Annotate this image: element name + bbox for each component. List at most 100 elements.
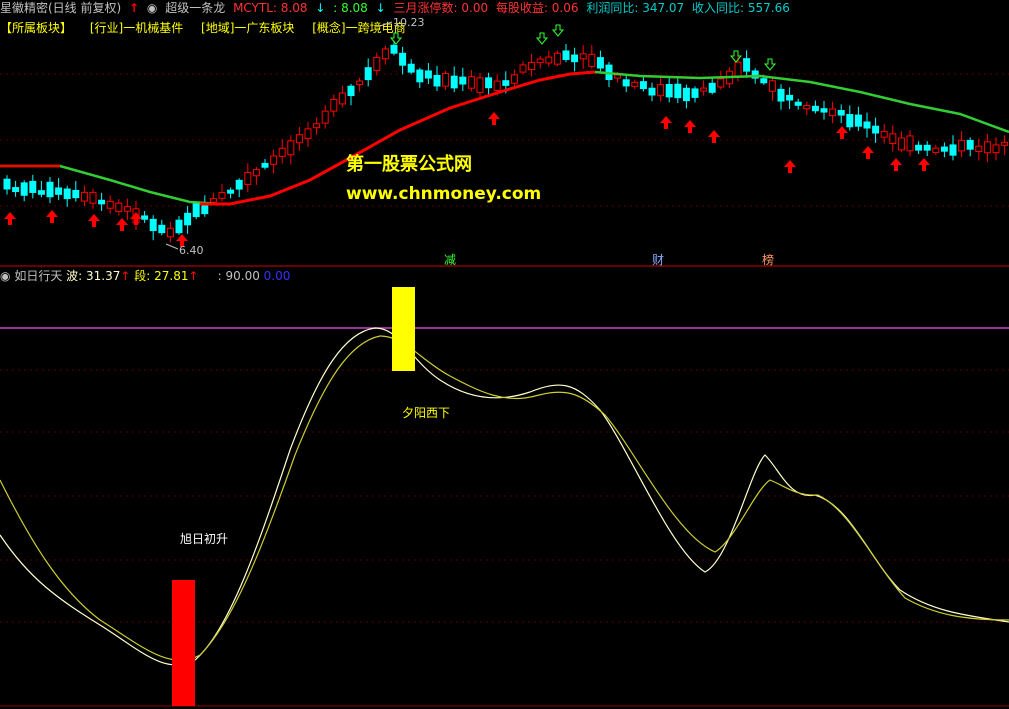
chart-canvas[interactable] <box>0 0 1009 709</box>
candle-body <box>648 87 656 96</box>
candle-body <box>321 110 329 124</box>
rise-signal-bar[interactable] <box>172 580 195 706</box>
collapse-icon[interactable]: ◉ <box>0 269 10 283</box>
candle-body <box>665 84 673 98</box>
candle-body <box>123 206 131 212</box>
candle-body <box>674 83 682 99</box>
candle-body <box>442 73 450 87</box>
candle-body <box>837 109 845 116</box>
marker-bang[interactable]: 榜 <box>762 251 774 268</box>
zero-value: 0.00 <box>263 269 291 283</box>
candle-body <box>12 187 20 193</box>
bo-value: 波: 31.37 <box>66 269 121 283</box>
set-signal-bar[interactable] <box>392 287 415 371</box>
candle-body <box>399 52 407 66</box>
candle-body <box>820 108 828 113</box>
buy-arrow-icon <box>488 112 500 125</box>
duan-value: 段: 27.81 <box>134 269 189 283</box>
buy-arrow-icon <box>46 210 58 223</box>
indicator-title[interactable]: 如日行天 <box>14 269 62 283</box>
buy-arrow-icon <box>116 218 128 231</box>
candle-body <box>958 139 966 152</box>
candle-body <box>983 141 991 154</box>
candle-body <box>889 133 897 145</box>
marker-cai[interactable]: 财 <box>652 251 664 268</box>
candle-body <box>29 180 37 193</box>
candle-body <box>347 85 355 97</box>
candle-body <box>407 63 415 73</box>
low-price-label: 6.40 <box>179 244 204 257</box>
candle-body <box>304 128 312 139</box>
candle-body <box>915 144 923 151</box>
candle-body <box>149 218 157 232</box>
buy-arrow-icon <box>130 212 142 225</box>
up-arrow-icon: ↑ <box>120 269 131 283</box>
candle-body <box>743 58 751 72</box>
candle-body <box>811 105 819 112</box>
candle-body <box>72 189 80 199</box>
candle-body <box>768 80 776 92</box>
candle-body <box>209 198 217 203</box>
candle-body <box>502 80 510 86</box>
candle-body <box>657 84 665 97</box>
candle-body <box>89 191 97 204</box>
buy-arrow-icon <box>708 130 720 143</box>
candle-body <box>158 224 166 234</box>
candle-body <box>356 80 364 85</box>
sell-arrow-icon <box>763 58 777 71</box>
watermark-title: 第一股票公式网 <box>346 154 472 175</box>
rise-annotation: 旭日初升 <box>180 532 229 546</box>
candlestick-series[interactable] <box>3 40 1009 243</box>
candle-body <box>493 80 501 91</box>
candle-body <box>184 212 192 226</box>
candle-body <box>682 87 690 102</box>
duan-line <box>0 335 1009 661</box>
signal-arrows <box>4 24 930 247</box>
candle-body <box>330 98 338 112</box>
buy-arrow-icon <box>862 146 874 159</box>
buy-arrow-icon <box>684 120 696 133</box>
sell-arrow-icon <box>535 32 549 45</box>
candle-body <box>691 88 699 98</box>
candle-body <box>476 77 484 93</box>
candle-body <box>906 135 914 152</box>
candle-body <box>313 123 321 129</box>
candle-body <box>528 61 536 71</box>
set-annotation: 夕阳西下 <box>402 406 451 420</box>
candle-body <box>373 56 381 71</box>
candle-body <box>794 101 802 106</box>
candle-body <box>700 87 708 92</box>
sell-arrow-icon <box>729 50 743 63</box>
candle-body <box>115 202 123 213</box>
candle-body <box>287 140 295 156</box>
candle-body <box>485 77 493 89</box>
candle-body <box>545 56 553 64</box>
buy-arrow-icon <box>88 214 100 227</box>
marker-jian[interactable]: 减 <box>444 251 456 268</box>
candle-body <box>786 94 794 101</box>
candle-body <box>992 144 1000 154</box>
candle-body <box>227 189 235 194</box>
candle-body <box>141 215 149 220</box>
high-pointer <box>379 21 393 27</box>
candle-body <box>381 48 389 60</box>
candle-body <box>940 146 948 152</box>
candle-body <box>261 162 269 168</box>
candle-body <box>734 61 742 77</box>
candle-body <box>424 70 432 79</box>
candle-body <box>244 172 252 185</box>
candle-body <box>80 191 88 202</box>
candle-body <box>175 219 183 234</box>
candle-body <box>46 181 54 198</box>
candle-body <box>872 125 880 134</box>
sell-arrow-icon <box>551 24 565 37</box>
candle-body <box>252 169 260 177</box>
candle-body <box>3 178 11 190</box>
candle-body <box>390 44 398 54</box>
candle-body <box>1001 141 1009 146</box>
candle-body <box>777 88 785 102</box>
indicator-header: ◉ 如日行天 波: 31.37↑ 段: 27.81↑ : 90.00 0.00 <box>0 268 290 284</box>
candle-body <box>854 114 862 127</box>
up-arrow-icon: ↑ <box>188 269 199 283</box>
level-value: : 90.00 <box>217 269 260 283</box>
